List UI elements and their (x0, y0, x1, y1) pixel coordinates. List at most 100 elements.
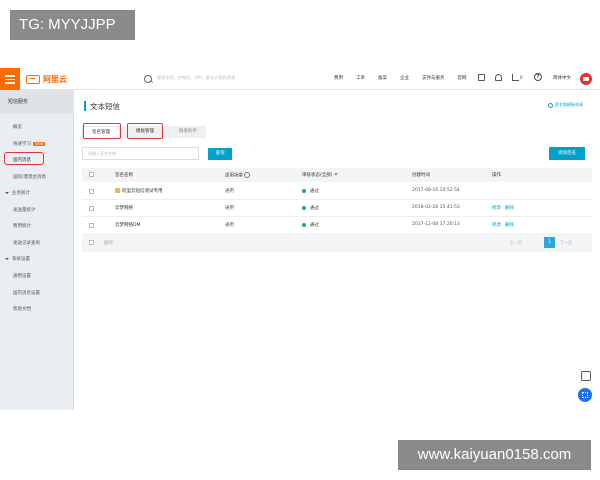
help-link[interactable]: 签名和模板申请 (548, 102, 583, 108)
main-content: 文本短信 签名和模板申请 签名管理 模板管理 群发助手 请输入签名名称 查询 添… (74, 90, 600, 410)
signature-name-label: 阿里云短信测试专用 (122, 189, 163, 194)
status-badge: 通过 (302, 188, 319, 194)
sidebar-section-stats[interactable]: 业务统计 (5, 190, 30, 196)
nav-icp[interactable]: 备案 (378, 75, 387, 81)
chat-icon[interactable] (581, 371, 591, 381)
table-row: 云梦网络DM 通用 通过 2017-12-08 17:20:13 修改 删除 (82, 217, 592, 234)
bulk-delete-button[interactable]: 删除 (104, 240, 113, 246)
table-row: 云梦网络 通用 通过 2018-02-28 15:41:53 修改 删除 (82, 200, 592, 217)
section-label: 业务统计 (12, 191, 30, 196)
sidebar-item-domestic[interactable]: 国内消息 (13, 157, 31, 163)
cart-icon[interactable] (512, 74, 519, 81)
scene: 通用 (225, 206, 234, 211)
nav-official-site[interactable]: 官网 (458, 75, 467, 81)
image-icon (115, 188, 120, 193)
row-checkbox[interactable] (89, 206, 94, 211)
sidebar-item-intl[interactable]: 国际/港澳台消息 (13, 174, 46, 180)
created-time: 2017-08-16 10:52:54 (412, 188, 460, 193)
sidebar-item-send-stats[interactable]: 发送量统计 (13, 207, 36, 213)
sidebar-item-fee-stats[interactable]: 费用统计 (13, 223, 31, 229)
sidebar-item-general-settings[interactable]: 通用设置 (13, 273, 31, 279)
signature-name: 云梦网络 (115, 206, 133, 211)
col-created: 创建时间 (412, 173, 430, 178)
image-icon[interactable] (478, 74, 485, 81)
next-page-button[interactable]: 下一页 (560, 240, 572, 246)
col-scene: 适用场景 (225, 172, 251, 179)
sidebar-item-help[interactable]: 帮助文档 (13, 306, 31, 312)
delete-link[interactable]: 删除 (505, 206, 514, 211)
info-icon (548, 102, 553, 108)
signature-name: 阿里云短信测试专用 (115, 188, 163, 194)
tab-bulk-send[interactable]: 群发助手 (170, 126, 206, 138)
nav-tickets[interactable]: 工单 (356, 75, 365, 81)
select-all-checkbox[interactable] (89, 172, 94, 177)
row-actions: 修改 删除 (492, 222, 518, 228)
row-checkbox[interactable] (89, 189, 94, 194)
bell-icon[interactable] (495, 74, 502, 81)
add-signature-button[interactable]: 添加签名 (549, 147, 585, 160)
nav-billing[interactable]: 费用 (334, 75, 343, 81)
status-badge: 通过 (302, 222, 319, 228)
status-label: 通过 (310, 223, 319, 228)
tg-watermark: TG: MYYJJPP (10, 10, 135, 40)
nav-enterprise[interactable]: 企业 (400, 75, 409, 81)
highlight-box (83, 123, 121, 139)
help-icon[interactable]: ? (534, 73, 542, 81)
sidebar-item-domestic-settings[interactable]: 国内消息设置 (13, 290, 40, 296)
chevron-down-icon (5, 257, 9, 260)
table-row: 阿里云短信测试专用 通用 通过 2017-08-16 10:52:54 (82, 183, 592, 200)
section-label: 系统设置 (12, 257, 30, 262)
sidebar-item-overview[interactable]: 概览 (13, 124, 22, 130)
status-dot-icon (302, 205, 306, 210)
logo-icon (26, 74, 40, 84)
col-status-label: 审核状态(全部) (302, 173, 333, 178)
question-icon[interactable] (244, 172, 251, 178)
avatar[interactable] (580, 73, 592, 85)
title-accent-bar (84, 101, 86, 111)
search-icon[interactable] (144, 75, 152, 83)
menu-icon[interactable] (0, 68, 20, 90)
signature-search-input[interactable]: 请输入签名名称 (82, 147, 199, 160)
top-navigation-bar: 阿里云 搜索文档、控制台、API、解决方案和资源 费用 工单 备案 企业 支持与… (0, 68, 600, 90)
help-link-label: 签名和模板申请 (555, 102, 583, 107)
delete-link[interactable]: 删除 (505, 223, 514, 228)
nav-support[interactable]: 支持与服务 (422, 75, 445, 81)
row-checkbox[interactable] (89, 223, 94, 228)
logo-text: 阿里云 (43, 74, 67, 84)
chevron-down-icon (5, 191, 9, 194)
sidebar-item-label: 快速学习 (13, 142, 31, 147)
site-watermark: www.kaiyuan0158.com (398, 440, 591, 470)
scene: 通用 (225, 223, 234, 228)
col-actions: 操作 (492, 173, 501, 178)
sidebar-item-quickstart[interactable]: 快速学习 NEW (13, 141, 46, 147)
table-header: 签名名称 适用场景 审核状态(全部) 创建时间 操作 (82, 168, 592, 182)
status-dot-icon (302, 188, 306, 193)
sidebar-title: 短信服务 (0, 90, 74, 114)
aliyun-logo[interactable]: 阿里云 (26, 72, 67, 86)
highlight-box (127, 123, 163, 139)
status-label: 通过 (310, 189, 319, 194)
status-badge: 通过 (302, 205, 319, 211)
page-number-current[interactable]: 1 (544, 237, 555, 248)
status-dot-icon (302, 222, 306, 227)
col-scene-label: 适用场景 (225, 173, 243, 179)
sidebar-item-send-records[interactable]: 发送记录查询 (13, 240, 40, 246)
created-time: 2018-02-28 15:41:53 (412, 205, 460, 210)
prev-page-button[interactable]: 上一页 (510, 240, 522, 246)
edit-link[interactable]: 修改 (492, 206, 501, 211)
footer-select-all-checkbox[interactable] (89, 240, 94, 245)
new-badge: NEW (33, 142, 46, 146)
sidebar-section-settings[interactable]: 系统设置 (5, 256, 30, 262)
col-status[interactable]: 审核状态(全部) (302, 172, 338, 178)
created-time: 2017-12-08 17:20:13 (412, 222, 460, 227)
top-nav-links: 费用 工单 备案 企业 支持与服务 官网 (334, 75, 480, 81)
filter-icon[interactable] (333, 173, 338, 176)
scene: 通用 (225, 189, 234, 194)
language-switch[interactable]: 简体中文 (553, 75, 571, 81)
edit-link[interactable]: 修改 (492, 223, 501, 228)
apps-icon[interactable] (578, 388, 592, 402)
global-search-input[interactable]: 搜索文档、控制台、API、解决方案和资源 (157, 75, 235, 81)
signature-name: 云梦网络DM (115, 223, 141, 228)
status-label: 通过 (310, 206, 319, 211)
query-button[interactable]: 查询 (208, 148, 232, 160)
